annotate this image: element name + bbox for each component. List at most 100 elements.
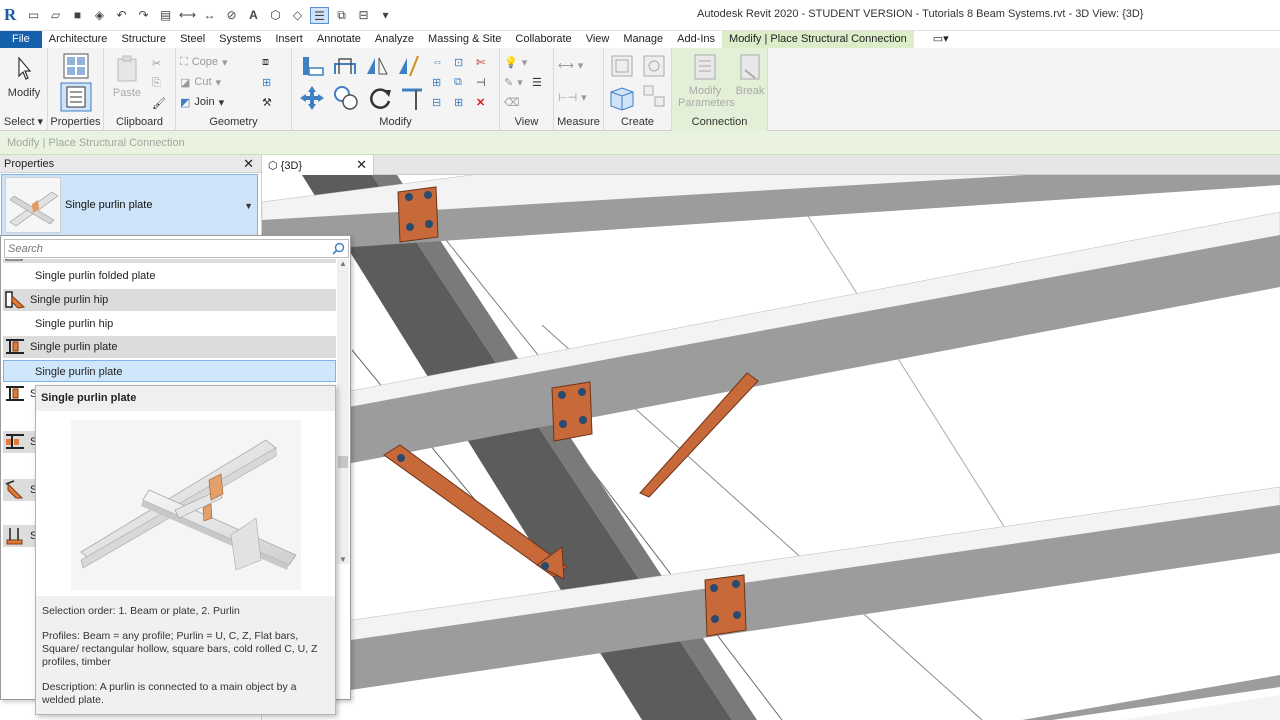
cope-button[interactable]: ⛶ Cope ▾	[180, 53, 228, 71]
tab-view[interactable]: View	[579, 31, 617, 48]
demolish-button[interactable]: ⚒	[262, 93, 272, 111]
offset-icon[interactable]	[332, 54, 358, 78]
save-icon[interactable]: ■	[68, 7, 87, 24]
revit-logo-icon[interactable]: R	[4, 5, 20, 25]
visibility-button[interactable]: ☰	[532, 73, 542, 91]
type-selector-chevron-down-icon[interactable]: ▼	[244, 201, 253, 211]
print-icon[interactable]: ▤	[156, 7, 175, 24]
properties-close-icon[interactable]: ✕	[243, 156, 254, 172]
mirror-draw-icon[interactable]	[396, 54, 422, 78]
copy-element-icon[interactable]	[332, 84, 360, 112]
list-group-partial[interactable]: S	[3, 479, 37, 501]
scroll-up-icon[interactable]: ▲	[339, 259, 347, 268]
tab-collaborate[interactable]: Collaborate	[508, 31, 578, 48]
cut-clip-button[interactable]: ✂	[152, 54, 161, 72]
search-icon[interactable]	[332, 242, 345, 255]
default-3d-icon[interactable]: ⬡	[266, 7, 285, 24]
list-group-partial[interactable]: S	[3, 525, 37, 547]
customize-qat-icon[interactable]: ▾	[376, 7, 395, 24]
type-properties-icon[interactable]	[62, 52, 90, 80]
connection-plate-2[interactable]	[551, 381, 593, 442]
3d-viewport[interactable]: 2	[262, 175, 1280, 720]
delete-button[interactable]: ✕	[476, 93, 485, 111]
list-group-partial[interactable]	[3, 259, 336, 263]
match-type-button[interactable]: 🖌	[152, 94, 166, 112]
trim-extend-icon[interactable]	[398, 84, 426, 112]
tab-add-ins[interactable]: Add-Ins	[670, 31, 722, 48]
paint-button[interactable]: ⌫	[504, 93, 520, 111]
aligned-dimension-button[interactable]: ⊢⊣ ▾	[558, 88, 587, 106]
create-assembly-icon[interactable]	[610, 54, 634, 78]
tab-insert[interactable]: Insert	[268, 31, 310, 48]
select-dropdown[interactable]: Select ▾	[0, 115, 47, 128]
scale-button[interactable]: ⧉	[454, 73, 462, 91]
join-button[interactable]: ◩ Join ▾	[180, 93, 224, 111]
array-button[interactable]: ⊞	[432, 73, 441, 91]
modify-button[interactable]: Modify	[4, 54, 44, 99]
connection-plate-3[interactable]	[704, 574, 747, 637]
tab-annotate[interactable]: Annotate	[310, 31, 368, 48]
linework-button[interactable]: ✎ ▾	[504, 73, 523, 91]
list-item[interactable]: Single purlin hip	[3, 313, 336, 335]
list-group-single-purlin-plate[interactable]: Single purlin plate	[3, 336, 336, 358]
tab-analyze[interactable]: Analyze	[368, 31, 421, 48]
connection-plate-1[interactable]	[397, 186, 439, 243]
pin-button[interactable]: ⊣	[476, 73, 486, 91]
tab-file[interactable]: File	[0, 31, 42, 48]
cut-button[interactable]: ◪ Cut ▾	[180, 73, 221, 91]
align-icon[interactable]	[300, 54, 326, 78]
trim-single-button[interactable]: ⊟	[432, 93, 441, 111]
rotate-icon[interactable]	[366, 84, 394, 112]
split-gap-button[interactable]: ⊡	[454, 53, 463, 71]
tab-manage[interactable]: Manage	[616, 31, 670, 48]
unpin-button[interactable]: ✄	[476, 53, 485, 71]
dropdown-scrollbar[interactable]: ▲ ▼	[337, 259, 349, 564]
scrollbar-thumb[interactable]	[338, 456, 348, 468]
list-group-single-purlin-hip[interactable]: Single purlin hip	[3, 289, 336, 311]
list-item-selected[interactable]: Single purlin plate	[3, 360, 336, 382]
tab-modify-place-structural-connection[interactable]: Modify | Place Structural Connection	[722, 31, 914, 48]
redo-icon[interactable]: ↷	[134, 7, 153, 24]
measure-icon[interactable]: ⟷	[178, 7, 197, 24]
tag-icon[interactable]: ⊘	[222, 7, 241, 24]
tab-architecture[interactable]: Architecture	[42, 31, 115, 48]
thin-lines-icon[interactable]: ☰	[310, 7, 329, 24]
create-parts-icon[interactable]	[642, 54, 666, 78]
properties-icon[interactable]	[60, 82, 92, 112]
modify-parameters-button[interactable]: Modify Parameters	[678, 52, 735, 109]
override-graphics-button[interactable]: 💡 ▾	[504, 53, 527, 71]
type-selector[interactable]: Single purlin plate ▼	[1, 174, 258, 236]
section-icon[interactable]: ◇	[288, 7, 307, 24]
tab-3d-view[interactable]: ⬡ {3D} ✕	[262, 155, 374, 175]
split-element-button[interactable]: ⇔	[432, 53, 443, 71]
ribbon-options-icon[interactable]: ▭▾	[926, 31, 956, 48]
tab-systems[interactable]: Systems	[212, 31, 268, 48]
close-hidden-icon[interactable]: ⧉	[332, 7, 351, 24]
tab-massing-site[interactable]: Massing & Site	[421, 31, 508, 48]
trim-multiple-button[interactable]: ⊞	[454, 93, 463, 111]
mirror-axis-icon[interactable]	[364, 54, 390, 78]
text-icon[interactable]: A	[244, 7, 263, 24]
wall-joins-button[interactable]: ⧈	[262, 53, 269, 71]
open-icon[interactable]: ▭	[24, 7, 43, 24]
scroll-down-icon[interactable]: ▼	[339, 555, 347, 564]
sync-icon[interactable]: ◈	[90, 7, 109, 24]
undo-icon[interactable]: ↶	[112, 7, 131, 24]
dimension-icon[interactable]: ↔	[200, 7, 219, 24]
switch-windows-icon[interactable]: ⊟	[354, 7, 373, 24]
tab-structure[interactable]: Structure	[114, 31, 173, 48]
split-face-button[interactable]: ⊞	[262, 73, 271, 91]
search-input[interactable]	[5, 240, 315, 257]
folder-icon[interactable]: ▱	[46, 7, 65, 24]
list-item[interactable]: Single purlin folded plate	[3, 265, 336, 287]
copy-clip-button[interactable]: ⎘	[152, 74, 161, 92]
measure-button[interactable]: ⟷ ▾	[558, 56, 583, 74]
move-icon[interactable]	[298, 84, 326, 112]
break-button[interactable]: Break	[734, 52, 766, 97]
tab-steel[interactable]: Steel	[173, 31, 212, 48]
view-tab-close-icon[interactable]: ✕	[356, 157, 367, 173]
list-group-partial[interactable]: S	[3, 431, 37, 453]
create-group-icon[interactable]	[608, 84, 636, 112]
paste-button[interactable]: Paste	[110, 54, 144, 99]
create-similar-icon[interactable]	[642, 84, 666, 108]
